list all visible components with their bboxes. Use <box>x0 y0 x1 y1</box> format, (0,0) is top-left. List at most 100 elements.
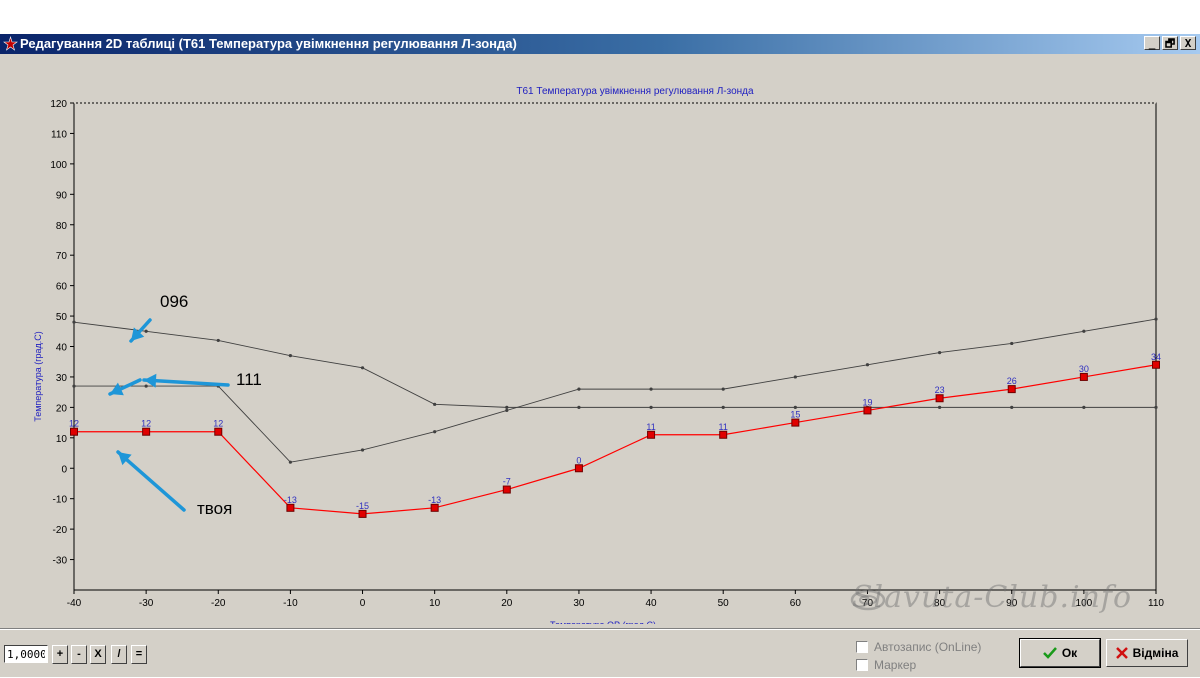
x-tick-label: 90 <box>1006 598 1018 609</box>
y-tick-label: 90 <box>56 190 68 201</box>
data-point <box>142 427 151 436</box>
title-bar[interactable]: Редагування 2D таблиці (Т61 Температура … <box>0 34 1200 54</box>
line-chart[interactable]: Т61 Температура увімкнення регулювання Л… <box>0 54 1200 630</box>
y-tick-label: 110 <box>51 129 67 140</box>
chart-area: Т61 Температура увімкнення регулювання Л… <box>0 54 1200 630</box>
add-button[interactable]: + <box>52 645 68 664</box>
x-tick-label: -10 <box>283 598 298 609</box>
y-tick-label: 10 <box>56 434 68 445</box>
data-point <box>649 405 653 409</box>
data-point <box>1154 317 1158 321</box>
y-tick-label: 20 <box>56 403 68 414</box>
data-point <box>433 402 437 406</box>
plot-frame <box>73 102 1157 591</box>
ok-label: Ок <box>1061 646 1078 660</box>
data-label: 11 <box>719 422 728 432</box>
x-tick-label: -40 <box>67 598 82 609</box>
data-point <box>649 387 653 391</box>
marker-checkbox[interactable] <box>856 659 868 671</box>
y-tick-label: 40 <box>56 343 68 354</box>
y-tick-label: 120 <box>50 99 67 110</box>
data-point <box>70 427 78 436</box>
x-tick-label: 70 <box>862 598 874 609</box>
y-axis-label: Температура (град.С) <box>33 331 43 422</box>
annotation-tvoya: твоя <box>197 499 232 518</box>
data-point <box>791 418 800 427</box>
divide-button[interactable]: / <box>111 645 127 664</box>
restore-button[interactable]: 🗗 <box>1162 36 1178 50</box>
y-tick-label: 50 <box>56 312 68 323</box>
data-point <box>1152 360 1160 369</box>
data-point <box>938 405 942 409</box>
data-label: 11 <box>646 422 655 432</box>
data-point <box>1007 385 1016 394</box>
data-label: -7 <box>503 477 511 487</box>
data-label: 26 <box>1007 376 1017 386</box>
autosave-label: Автозапис (OnLine) <box>874 640 982 654</box>
multiply-button[interactable]: X <box>90 645 106 664</box>
data-point <box>1010 405 1014 409</box>
data-point <box>433 430 437 434</box>
data-label: 12 <box>213 419 223 429</box>
data-point <box>577 405 581 409</box>
x-tick-label: 80 <box>934 598 946 609</box>
x-tick-label: 20 <box>501 598 513 609</box>
annotation-096: 096 <box>160 292 188 311</box>
data-point <box>360 366 365 370</box>
arrow-tvoya <box>116 450 186 512</box>
data-point <box>502 485 511 494</box>
assign-button[interactable]: = <box>131 645 147 664</box>
data-label: 19 <box>862 397 872 407</box>
data-point <box>144 329 148 333</box>
data-label: 34 <box>1151 352 1161 362</box>
data-point <box>358 509 367 518</box>
subtract-button[interactable]: - <box>71 645 87 664</box>
y-tick-label: 30 <box>56 373 68 384</box>
annotation-111: 111 <box>236 370 262 389</box>
data-point <box>216 338 220 343</box>
factor-input[interactable] <box>4 645 48 663</box>
x-tick-label: 10 <box>429 598 441 609</box>
data-point <box>863 406 872 415</box>
checkmark-icon <box>1042 647 1057 659</box>
bottom-toolbar: + - X / = Автозапис (OnLine) Маркер Ок В… <box>0 628 1200 678</box>
x-tick-label: 50 <box>718 598 730 609</box>
data-point <box>1082 405 1086 409</box>
x-tick-label: 40 <box>646 598 658 609</box>
data-label: 15 <box>790 410 800 420</box>
minimize-button[interactable]: _ <box>1144 36 1160 50</box>
y-tick-label: -30 <box>53 556 68 567</box>
data-point <box>1154 405 1158 409</box>
data-point <box>360 448 365 452</box>
data-point <box>574 464 583 473</box>
app-logo-icon <box>3 36 18 51</box>
data-label: 12 <box>141 419 151 429</box>
window-title: Редагування 2D таблиці (Т61 Температура … <box>20 36 517 51</box>
data-label: -15 <box>356 501 369 511</box>
x-tick-label: 0 <box>360 598 366 609</box>
data-label: 30 <box>1079 364 1089 374</box>
cancel-button[interactable]: Відміна <box>1106 639 1188 667</box>
x-tick-label: -30 <box>139 598 154 609</box>
data-point <box>719 430 728 439</box>
y-tick-label: 80 <box>56 221 68 232</box>
data-point <box>505 408 509 413</box>
data-point <box>1010 341 1014 346</box>
data-point <box>1082 329 1086 333</box>
ok-button[interactable]: Ок <box>1019 638 1101 668</box>
close-button[interactable]: X <box>1180 36 1196 50</box>
arrow-111 <box>142 378 230 387</box>
y-tick-label: -20 <box>53 525 68 536</box>
data-point <box>1079 372 1088 381</box>
autosave-checkbox[interactable] <box>856 641 868 653</box>
data-point <box>793 375 797 379</box>
data-point <box>288 460 292 464</box>
data-label: 12 <box>69 419 79 429</box>
data-point <box>935 394 944 403</box>
y-tick-label: 100 <box>50 160 67 171</box>
autosave-option[interactable]: Автозапис (OnLine) <box>856 640 981 654</box>
data-point <box>647 430 656 439</box>
marker-option[interactable]: Маркер <box>856 658 916 672</box>
data-label: -13 <box>284 495 297 505</box>
data-point <box>505 405 509 409</box>
